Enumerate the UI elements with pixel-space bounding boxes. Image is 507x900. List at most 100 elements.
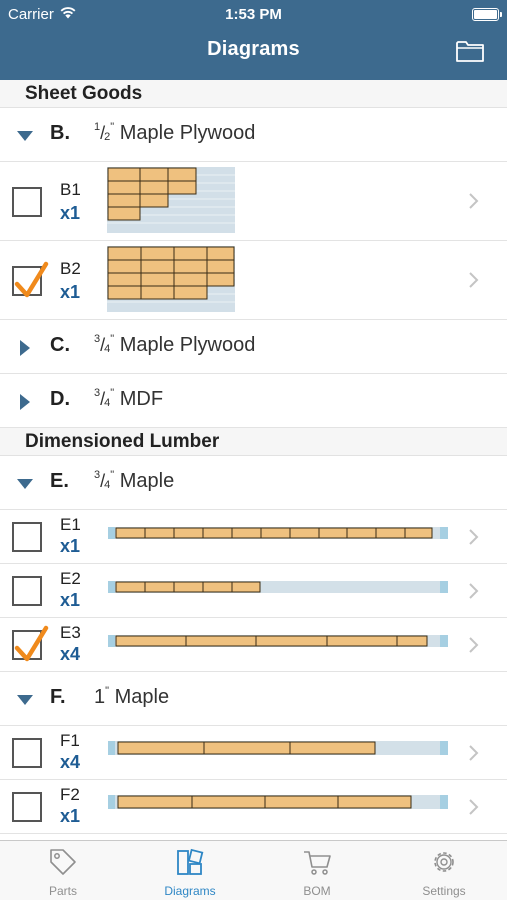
part-block [115, 527, 146, 539]
material-name: 3/4" Maple Plywood [94, 333, 256, 356]
board-diagram[interactable] [108, 579, 448, 595]
part-block [396, 635, 428, 647]
part-block [107, 193, 141, 208]
board-diagram[interactable] [108, 739, 448, 757]
chevron-right-icon[interactable] [468, 528, 480, 546]
part-block [264, 795, 339, 809]
navigation-header: Carrier 1:53 PM Diagrams [0, 0, 507, 80]
tab-settings[interactable]: Settings [381, 841, 507, 900]
part-block [202, 527, 233, 539]
section-header-dimensioned-lumber: Dimensioned Lumber [0, 428, 507, 456]
diagram-quantity: x1 [60, 806, 81, 826]
tab-label: Settings [422, 884, 466, 898]
status-time: 1:53 PM [225, 6, 282, 23]
part-block [139, 167, 169, 182]
chevron-right-icon[interactable] [468, 271, 480, 289]
material-row-f[interactable]: F. 1" Maple [0, 672, 507, 726]
diagram-quantity: x1 [60, 203, 81, 223]
part-block [206, 246, 235, 261]
section-title: Sheet Goods [25, 83, 143, 104]
board-diagram[interactable] [108, 525, 448, 541]
part-block [173, 581, 204, 593]
tab-label: Diagrams [164, 884, 216, 898]
tab-parts[interactable]: Parts [0, 841, 126, 900]
material-row-b[interactable]: B. 1/2" Maple Plywood [0, 108, 507, 162]
part-block [107, 206, 141, 221]
chevron-right-icon[interactable] [468, 744, 480, 762]
diagram-row-b2[interactable]: B2 x1 [0, 241, 507, 320]
sheet-diagram[interactable] [107, 246, 235, 312]
folder-icon[interactable] [455, 38, 485, 64]
checkbox[interactable] [12, 522, 42, 552]
part-block [107, 259, 142, 274]
diagram-id: F1 [60, 731, 80, 750]
material-row-d[interactable]: D. 3/4" MDF [0, 374, 507, 428]
diagram-row-b1[interactable]: B1 x1 [0, 162, 507, 241]
part-block [140, 285, 175, 300]
board-diagram[interactable] [108, 633, 448, 649]
chevron-right-icon[interactable] [468, 798, 480, 816]
checkbox[interactable] [12, 187, 42, 217]
diagram-row-f1[interactable]: F1 x4 [0, 726, 507, 780]
part-block [318, 527, 348, 539]
part-block [346, 527, 377, 539]
material-letter: E. [50, 470, 69, 492]
material-letter: B. [50, 122, 70, 144]
part-block [173, 272, 208, 287]
expanded-triangle-icon[interactable] [16, 475, 34, 493]
checkbox[interactable] [12, 261, 49, 298]
part-block [375, 527, 406, 539]
sheet-diagram[interactable] [107, 167, 235, 233]
diagram-row-f2[interactable]: F2 x1 [0, 780, 507, 834]
chevron-right-icon[interactable] [468, 636, 480, 654]
expanded-triangle-icon[interactable] [16, 691, 34, 709]
chevron-right-icon[interactable] [468, 192, 480, 210]
status-bar: Carrier 1:53 PM [0, 4, 507, 24]
board-diagram[interactable] [108, 793, 448, 811]
part-block [139, 180, 169, 195]
tag-icon [50, 849, 76, 875]
material-name: 1/2" Maple Plywood [94, 121, 256, 144]
material-row-e[interactable]: E. 3/4" Maple [0, 456, 507, 510]
part-block [203, 741, 291, 755]
section-header-sheet-goods: Sheet Goods [0, 80, 507, 108]
collapsed-triangle-icon[interactable] [16, 339, 34, 357]
chevron-right-icon[interactable] [468, 582, 480, 600]
checkmark-icon [14, 261, 49, 298]
material-row-c[interactable]: C. 3/4" Maple Plywood [0, 320, 507, 374]
diagram-id: B2 [60, 259, 81, 278]
diagram-id: E3 [60, 623, 81, 642]
part-block [337, 795, 412, 809]
material-letter: C. [50, 334, 70, 356]
checkbox[interactable] [12, 792, 42, 822]
gear-icon [434, 852, 454, 872]
part-block [144, 527, 175, 539]
diagram-quantity: x1 [60, 282, 81, 302]
diagram-row-e3[interactable]: E3 x4 [0, 618, 507, 672]
part-block [173, 285, 208, 300]
checkmark-icon [14, 625, 49, 662]
material-name: 1" Maple [94, 685, 170, 708]
battery-icon [472, 8, 502, 21]
collapsed-triangle-icon[interactable] [16, 393, 34, 411]
checkbox[interactable] [12, 576, 42, 606]
part-block [326, 635, 398, 647]
part-block [117, 741, 205, 755]
part-block [167, 167, 197, 182]
diagram-quantity: x1 [60, 536, 81, 556]
expanded-triangle-icon[interactable] [16, 127, 34, 145]
tab-bar: Parts Diagrams BOM Settings [0, 840, 507, 900]
checkbox[interactable] [12, 625, 49, 662]
part-block [139, 193, 169, 208]
tab-bom[interactable]: BOM [254, 841, 380, 900]
part-block [107, 285, 142, 300]
diagram-id: B1 [60, 180, 81, 199]
tab-diagrams[interactable]: Diagrams [127, 841, 253, 900]
diagram-list[interactable]: Sheet Goods B. 1/2" Maple Plywood B1 x1 [0, 80, 507, 840]
diagram-row-e1[interactable]: E1 x1 [0, 510, 507, 564]
diagram-row-e2[interactable]: E2 x1 [0, 564, 507, 618]
checkbox[interactable] [12, 738, 42, 768]
part-block [289, 527, 320, 539]
section-title: Dimensioned Lumber [25, 431, 220, 452]
diagram-quantity: x1 [60, 590, 81, 610]
